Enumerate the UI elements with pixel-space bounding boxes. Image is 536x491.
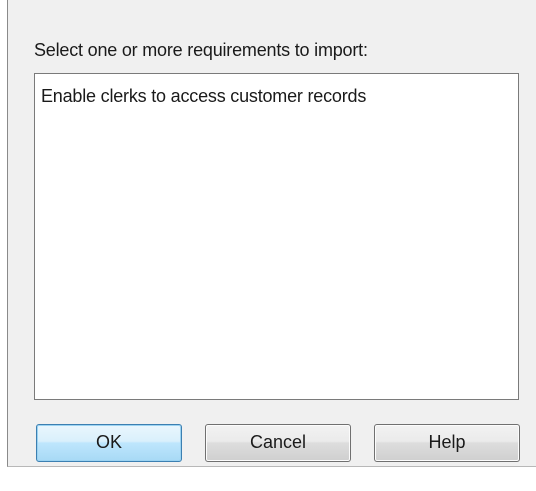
cancel-button[interactable]: Cancel: [205, 424, 351, 462]
help-button[interactable]: Help: [374, 424, 520, 462]
instruction-label: Select one or more requirements to impor…: [34, 40, 368, 60]
import-requirements-dialog: Select one or more requirements to impor…: [7, 0, 536, 467]
requirements-listbox[interactable]: Enable clerks to access customer records: [34, 73, 519, 400]
ok-button[interactable]: OK: [36, 424, 182, 462]
list-item[interactable]: Enable clerks to access customer records: [35, 74, 518, 107]
